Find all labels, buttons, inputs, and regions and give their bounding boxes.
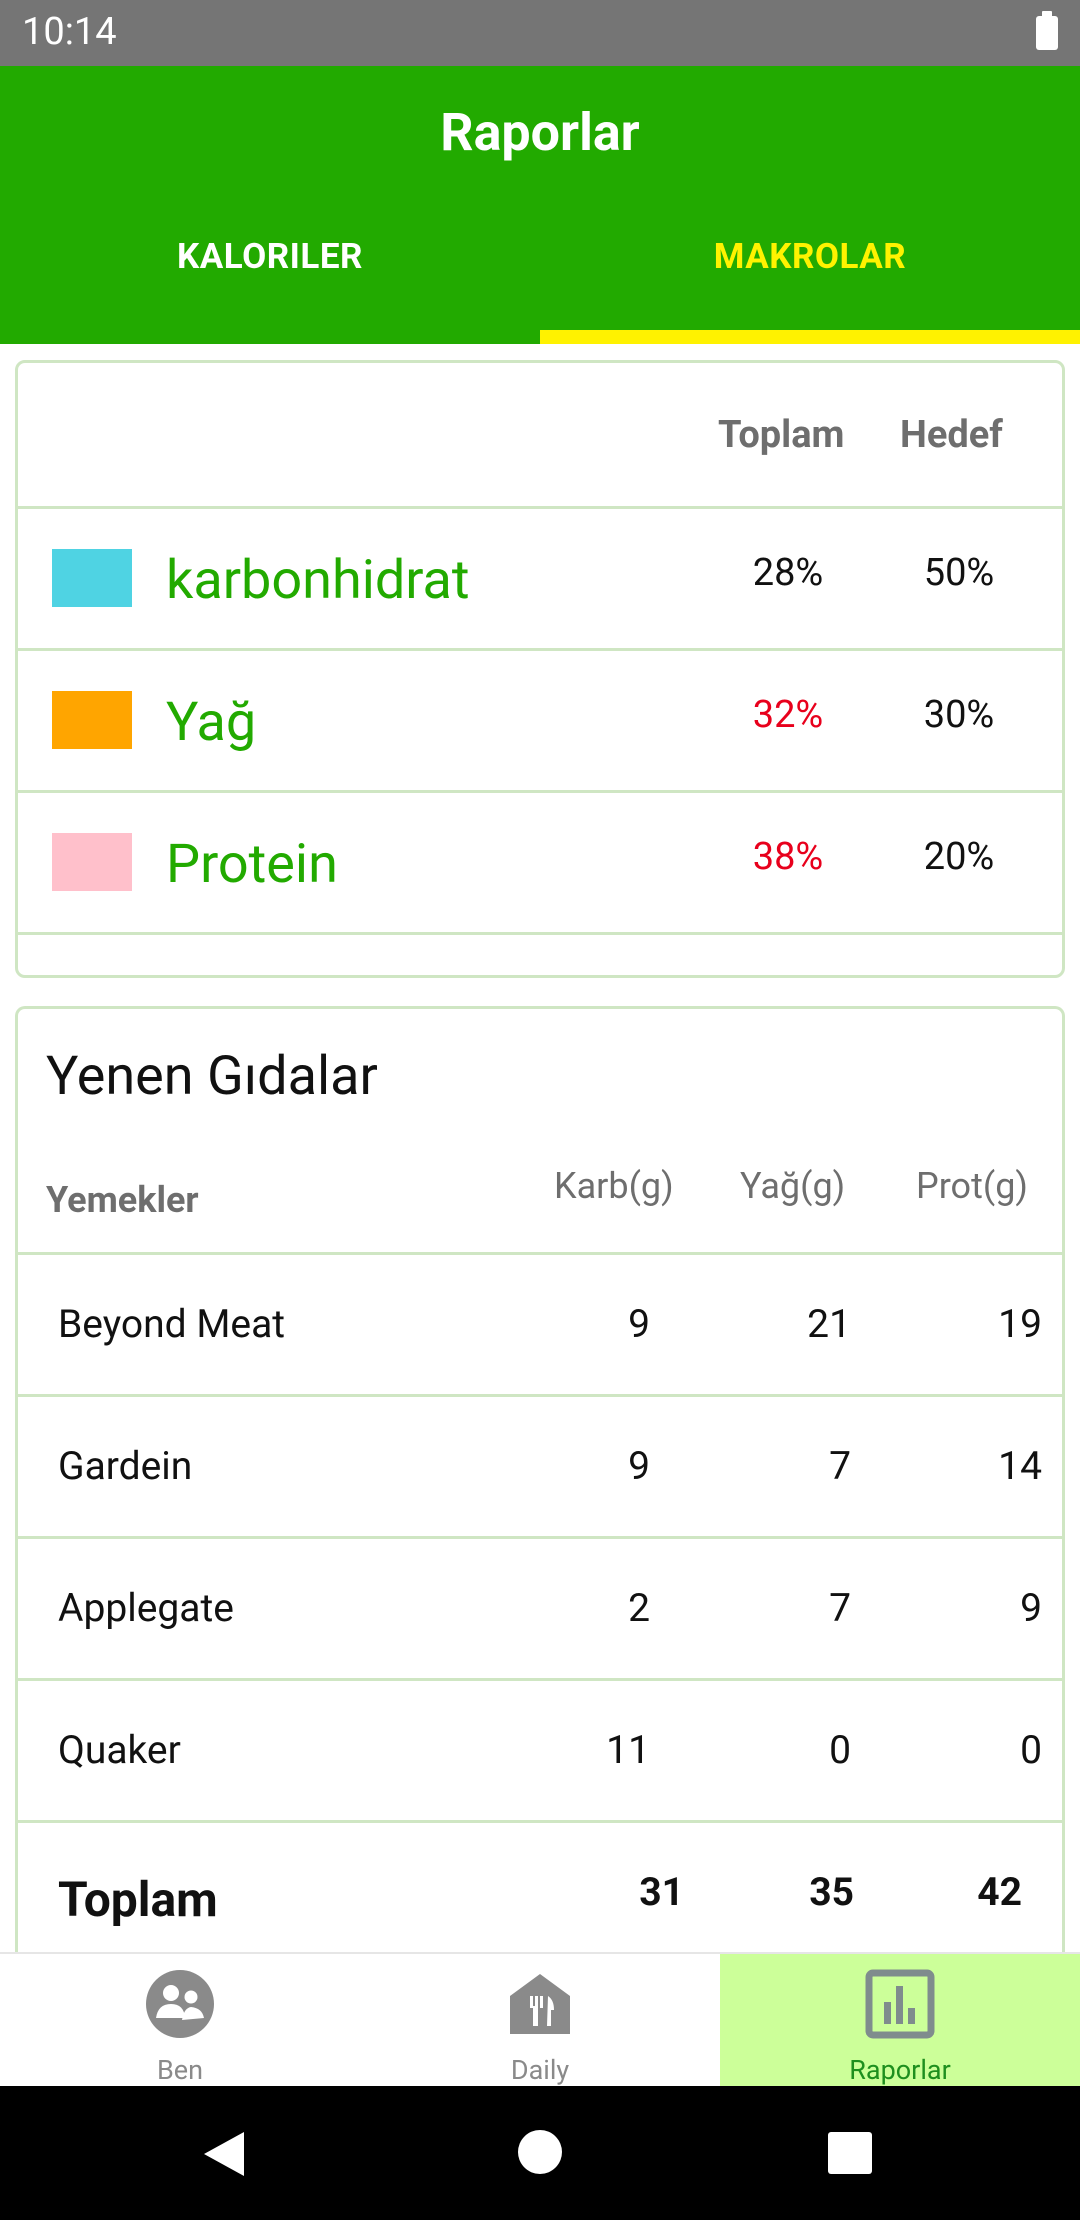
- table-row[interactable]: Quaker 11 0 0: [18, 1681, 1062, 1823]
- food-fat: 0: [829, 1727, 851, 1773]
- recent-apps-icon[interactable]: [828, 2132, 872, 2174]
- table-row[interactable]: Gardein 9 7 14: [18, 1397, 1062, 1539]
- total-column-header: Toplam: [718, 413, 845, 457]
- bar-chart-icon: [865, 1969, 935, 2039]
- food-name: Beyond Meat: [58, 1301, 286, 1347]
- status-time: 10:14: [22, 10, 117, 54]
- protein-column-header: Prot(g): [916, 1165, 1028, 1207]
- restaurant-house-icon: [510, 1974, 570, 2034]
- food-column-header: Yemekler: [46, 1179, 199, 1221]
- foods-card: Yenen Gıdalar Yemekler Karb(g) Yağ(g) Pr…: [15, 1006, 1065, 1996]
- foods-title: Yenen Gıdalar: [46, 1045, 378, 1108]
- fat-column-header: Yağ(g): [740, 1165, 846, 1207]
- table-row[interactable]: Beyond Meat 9 21 19: [18, 1255, 1062, 1397]
- system-nav-bar: [0, 2086, 1080, 2220]
- nav-item-reports[interactable]: Raporlar: [720, 1954, 1080, 2088]
- carb-column-header: Karb(g): [554, 1165, 674, 1207]
- macros-header-row: Toplam Hedef: [18, 363, 1062, 509]
- food-protein: 0: [1020, 1727, 1042, 1773]
- back-icon[interactable]: [200, 2128, 248, 2180]
- nav-label: Raporlar: [849, 2054, 951, 2086]
- macro-row-fat: Yağ 32% 30%: [18, 651, 1062, 793]
- macros-card: Toplam Hedef karbonhidrat 28% 50% Yağ 32…: [15, 360, 1065, 978]
- food-carb: 9: [628, 1301, 650, 1347]
- macro-target: 50%: [923, 551, 995, 595]
- macro-total: 38%: [752, 835, 824, 879]
- macro-target: 30%: [923, 693, 995, 737]
- nav-label: Ben: [156, 2054, 204, 2086]
- food-name: Applegate: [58, 1585, 234, 1631]
- food-carb: 9: [628, 1443, 650, 1489]
- home-icon[interactable]: [518, 2130, 562, 2174]
- page-title: Raporlar: [440, 102, 640, 163]
- total-protein: 42: [977, 1869, 1022, 1915]
- app-header: Raporlar KALORILER MAKROLAR: [0, 66, 1080, 344]
- food-name: Gardein: [58, 1443, 193, 1489]
- macro-total: 32%: [752, 693, 824, 737]
- food-carb: 11: [606, 1727, 650, 1773]
- food-fat: 21: [807, 1301, 851, 1347]
- macro-name: Yağ: [166, 691, 257, 754]
- food-carb: 2: [628, 1585, 650, 1631]
- target-column-header: Hedef: [900, 413, 1003, 457]
- protein-color-swatch: [52, 833, 132, 891]
- food-protein: 9: [1020, 1585, 1042, 1631]
- foods-header-row: Yemekler Karb(g) Yağ(g) Prot(g): [18, 1109, 1062, 1255]
- food-fat: 7: [829, 1585, 851, 1631]
- macro-row-protein: Protein 38% 20%: [18, 793, 1062, 935]
- carb-color-swatch: [52, 549, 132, 607]
- total-row: Toplam 31 35 42: [18, 1817, 1062, 1959]
- food-fat: 7: [829, 1443, 851, 1489]
- macro-row-carb: karbonhidrat 28% 50%: [18, 509, 1062, 651]
- total-fat: 35: [809, 1869, 854, 1915]
- nav-item-ben[interactable]: Ben: [0, 1954, 360, 2088]
- total-carb: 31: [639, 1869, 684, 1915]
- nav-label: Daily: [510, 2054, 570, 2086]
- fat-color-swatch: [52, 691, 132, 749]
- bottom-nav: Ben Daily Raporlar: [0, 1952, 1080, 2088]
- nav-item-daily[interactable]: Daily: [360, 1954, 720, 2088]
- battery-icon: [1036, 11, 1058, 50]
- food-name: Quaker: [58, 1727, 181, 1773]
- active-tab-indicator: [540, 330, 1080, 344]
- food-protein: 19: [998, 1301, 1042, 1347]
- status-bar: 10:14: [0, 0, 1080, 66]
- total-label: Toplam: [58, 1871, 218, 1928]
- tab-calories[interactable]: KALORILER: [0, 236, 540, 277]
- macro-name: Protein: [166, 833, 338, 896]
- macro-name: karbonhidrat: [166, 549, 470, 612]
- macro-total: 28%: [752, 551, 824, 595]
- table-row[interactable]: Applegate 2 7 9: [18, 1539, 1062, 1681]
- people-icon: [146, 1970, 214, 2038]
- macro-target: 20%: [923, 835, 995, 879]
- tab-macros[interactable]: MAKROLAR: [540, 236, 1080, 277]
- food-protein: 14: [998, 1443, 1042, 1489]
